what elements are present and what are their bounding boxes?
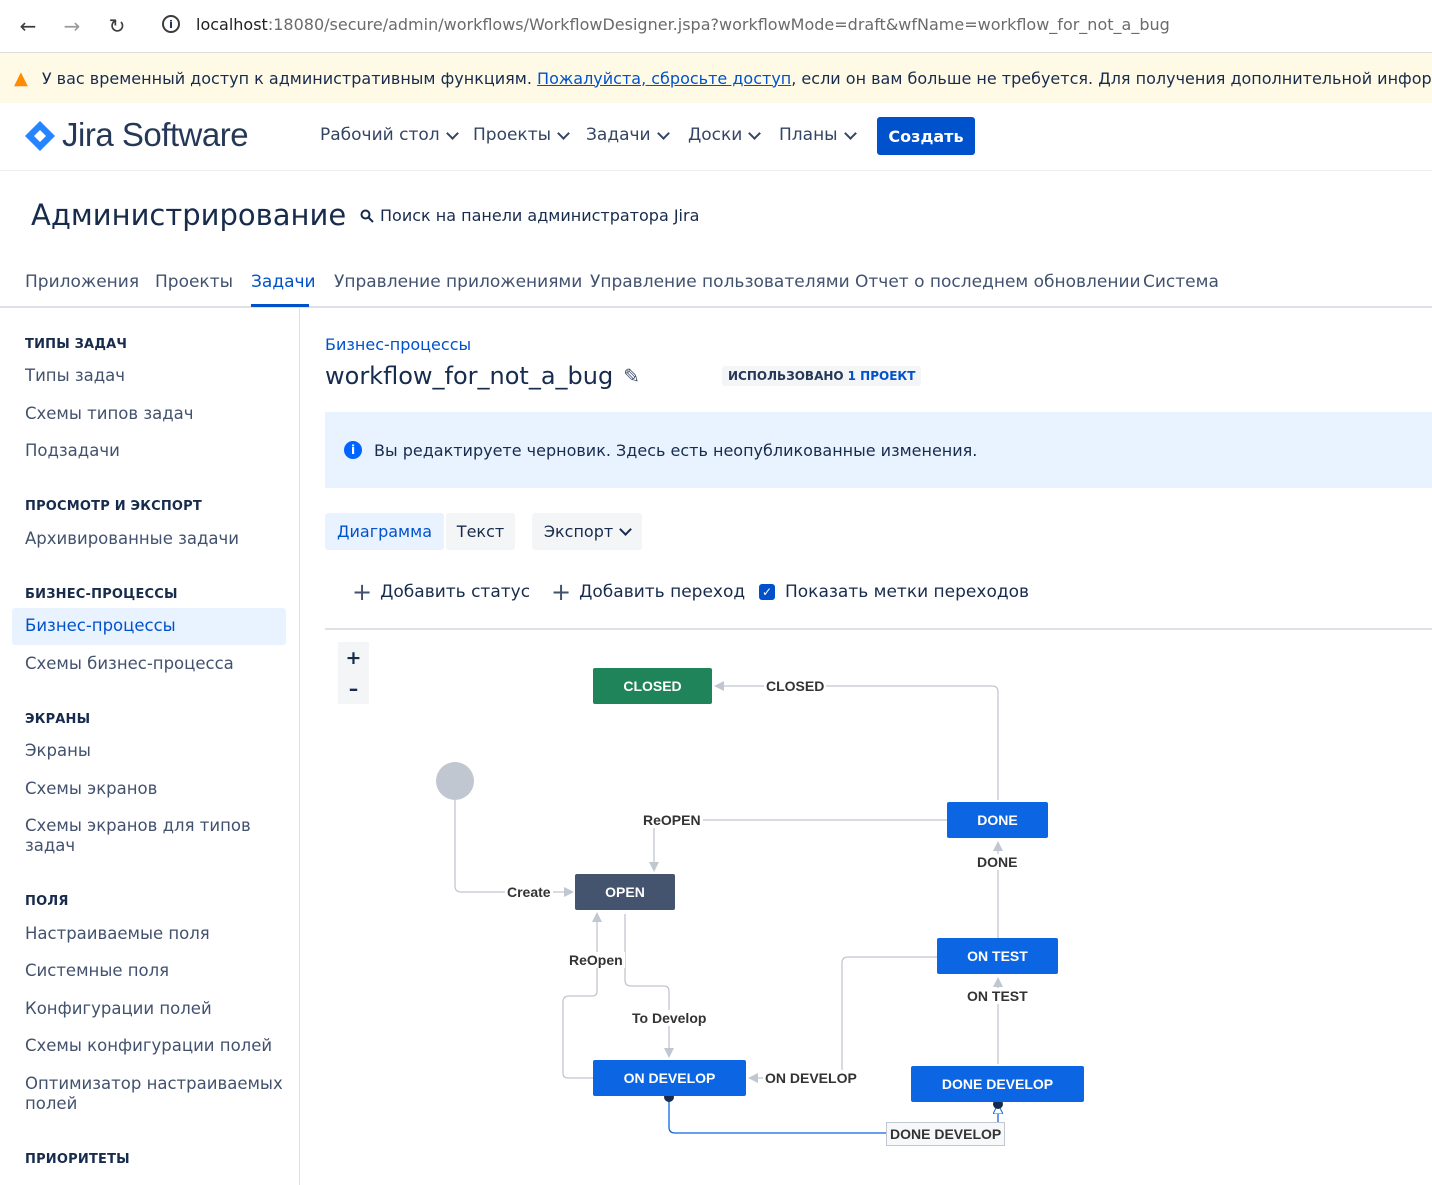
status-closed[interactable]: CLOSED — [593, 668, 712, 704]
transition-label-on-develop[interactable]: ON DEVELOP — [763, 1070, 859, 1086]
transition-label-to-develop[interactable]: To Develop — [630, 1010, 709, 1026]
workflow-diagram-connectors — [436, 681, 1003, 1134]
status-on-test[interactable]: ON TEST — [937, 938, 1058, 974]
transition-label-create[interactable]: Create — [505, 884, 553, 900]
transition-label-closed[interactable]: CLOSED — [764, 678, 827, 694]
status-done[interactable]: DONE — [947, 802, 1048, 838]
transition-label-reopen-lower[interactable]: ReOpen — [567, 952, 625, 968]
status-on-develop[interactable]: ON DEVELOP — [593, 1060, 746, 1096]
transition-label-on-test[interactable]: ON TEST — [965, 988, 1030, 1004]
status-done-develop[interactable]: DONE DEVELOP — [911, 1066, 1084, 1102]
transition-label-reopen[interactable]: ReOPEN — [641, 812, 703, 828]
status-open[interactable]: OPEN — [575, 874, 675, 910]
transition-label-done[interactable]: DONE — [975, 854, 1020, 870]
transition-label-done-develop[interactable]: DONE DEVELOP — [886, 1122, 1006, 1146]
